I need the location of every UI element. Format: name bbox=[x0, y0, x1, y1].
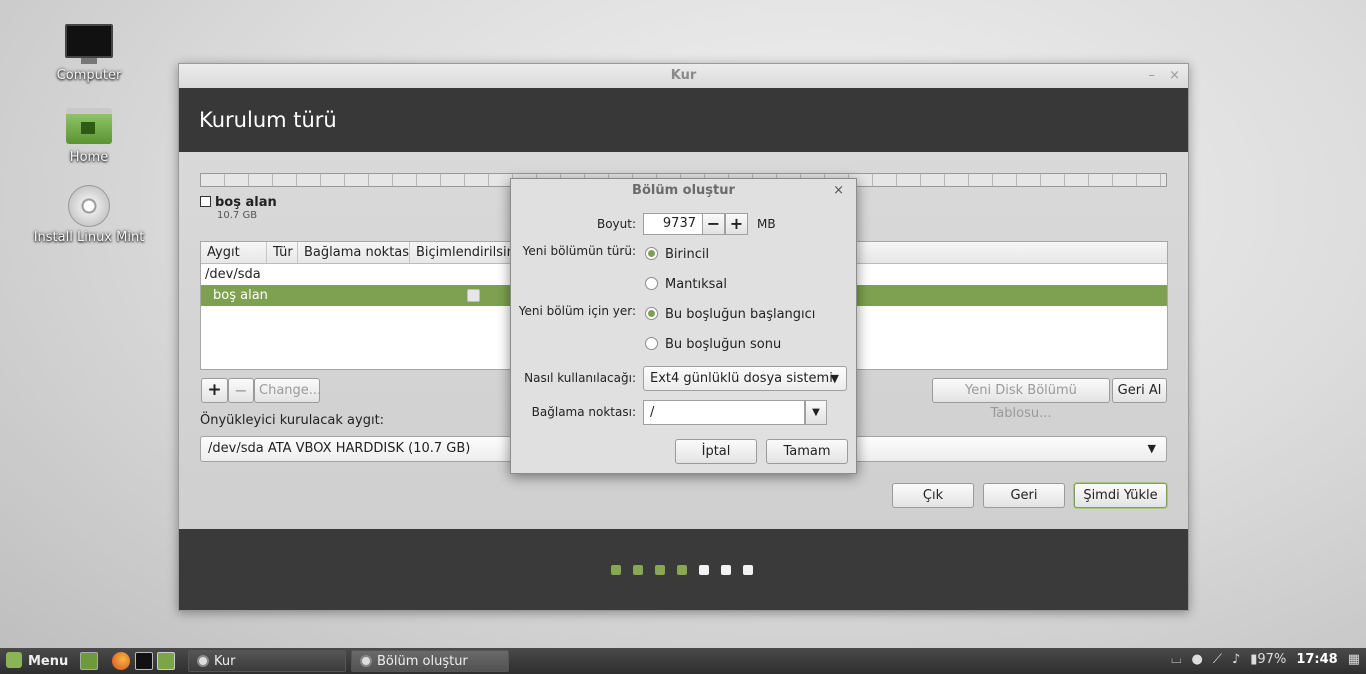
legend-swatch bbox=[200, 196, 211, 207]
column-header-device[interactable]: Aygıt bbox=[201, 242, 267, 263]
radio-logical[interactable]: Mantıksal bbox=[645, 277, 727, 292]
step-dot bbox=[655, 565, 665, 575]
dropdown-arrow-icon: ▼ bbox=[830, 372, 839, 385]
partition-type-label: Yeni bölümün türü: bbox=[522, 244, 636, 258]
window-footer bbox=[179, 529, 1188, 610]
format-checkbox[interactable] bbox=[467, 289, 480, 302]
row-device: /dev/sda bbox=[205, 267, 261, 282]
battery-icon[interactable]: ▮97% bbox=[1250, 652, 1286, 667]
radio-label: Birincil bbox=[665, 247, 710, 262]
window-titlebar[interactable]: Kur – × bbox=[179, 64, 1188, 88]
clock[interactable]: 17:48 bbox=[1296, 652, 1337, 667]
page-title: Kurulum türü bbox=[179, 88, 1188, 152]
close-icon[interactable]: × bbox=[833, 179, 844, 203]
desktop-icon-label: Home bbox=[69, 150, 109, 165]
terminal-icon[interactable] bbox=[135, 652, 153, 670]
add-partition-button[interactable]: + bbox=[201, 378, 228, 403]
volume-icon[interactable]: ♪ bbox=[1232, 652, 1240, 667]
ok-button[interactable]: Tamam bbox=[766, 439, 848, 464]
radio-label: Bu boşluğun başlangıcı bbox=[665, 307, 816, 322]
step-dot bbox=[699, 565, 709, 575]
battery-percent: 97% bbox=[1257, 652, 1287, 667]
dialog-titlebar[interactable]: Bölüm oluştur × bbox=[511, 179, 856, 203]
radio-label: Bu boşluğun sonu bbox=[665, 337, 782, 352]
decrement-button[interactable]: − bbox=[702, 213, 725, 235]
radio-unchecked-icon bbox=[645, 277, 658, 290]
step-dot bbox=[677, 565, 687, 575]
disc-icon bbox=[68, 185, 110, 227]
row-device: boş alan bbox=[213, 288, 268, 303]
quit-button[interactable]: Çık bbox=[892, 483, 974, 508]
step-dot bbox=[611, 565, 621, 575]
bootloader-value: /dev/sda ATA VBOX HARDDISK (10.7 GB) bbox=[208, 441, 471, 456]
window-title: Kur bbox=[670, 68, 697, 83]
use-as-label: Nasıl kullanılacağı: bbox=[524, 371, 636, 385]
radio-checked-icon bbox=[645, 307, 658, 320]
radio-label: Mantıksal bbox=[665, 277, 728, 292]
radio-primary[interactable]: Birincil bbox=[645, 247, 709, 262]
firefox-icon[interactable] bbox=[112, 652, 130, 670]
installer-disc-icon bbox=[197, 655, 209, 667]
task-label: Bölüm oluştur bbox=[377, 654, 468, 669]
taskbar-task-installer[interactable]: Kur bbox=[188, 650, 346, 672]
install-now-button[interactable]: Şimdi Yükle bbox=[1074, 483, 1167, 508]
remove-partition-button[interactable]: − bbox=[228, 378, 254, 403]
mint-logo-icon bbox=[6, 652, 22, 668]
increment-button[interactable]: + bbox=[725, 213, 748, 235]
taskbar-task-dialog[interactable]: Bölüm oluştur bbox=[351, 650, 509, 672]
radio-beginning[interactable]: Bu boşluğun başlangıcı bbox=[645, 307, 815, 322]
revert-button[interactable]: Geri Al bbox=[1112, 378, 1167, 403]
use-as-value: Ext4 günlüklü dosya sistemi bbox=[650, 371, 833, 386]
menu-label: Menu bbox=[28, 654, 69, 669]
desktop-icon-label: Computer bbox=[56, 68, 122, 83]
radio-end[interactable]: Bu boşluğun sonu bbox=[645, 337, 781, 352]
show-desktop-icon[interactable] bbox=[80, 652, 98, 670]
minimize-icon[interactable]: – bbox=[1148, 68, 1155, 83]
step-dot bbox=[721, 565, 731, 575]
step-progress bbox=[611, 565, 753, 575]
use-as-select[interactable]: Ext4 günlüklü dosya sistemi ▼ bbox=[643, 366, 847, 391]
files-icon[interactable] bbox=[157, 652, 175, 670]
user-icon[interactable]: ● bbox=[1192, 652, 1203, 667]
step-dot bbox=[743, 565, 753, 575]
keyboard-icon[interactable]: ⌴ bbox=[1171, 652, 1181, 667]
home-folder-icon bbox=[66, 108, 112, 144]
workspace-icon[interactable]: ▦ bbox=[1348, 652, 1360, 667]
size-label: Boyut: bbox=[596, 217, 636, 231]
create-partition-dialog: Bölüm oluştur × Boyut: 9737 − + MB Yeni … bbox=[510, 178, 857, 474]
size-unit: MB bbox=[757, 217, 776, 231]
taskbar: Menu Kur Bölüm oluştur ⌴ ● ⟋ ♪ ▮97% 17:4… bbox=[0, 648, 1366, 674]
desktop-icon-install[interactable]: Install Linux Mint bbox=[29, 185, 149, 245]
cancel-button[interactable]: İptal bbox=[675, 439, 757, 464]
bootloader-label: Önyükleyici kurulacak aygıt: bbox=[200, 413, 385, 428]
mount-point-input[interactable]: / bbox=[643, 400, 805, 425]
task-label: Kur bbox=[214, 654, 236, 669]
back-button[interactable]: Geri bbox=[983, 483, 1065, 508]
column-header-mount[interactable]: Bağlama noktası bbox=[298, 242, 410, 263]
radio-unchecked-icon bbox=[645, 337, 658, 350]
location-label: Yeni bölüm için yer: bbox=[518, 304, 636, 318]
dialog-title: Bölüm oluştur bbox=[632, 183, 735, 198]
menu-button[interactable]: Menu bbox=[6, 652, 68, 669]
change-partition-button[interactable]: Change... bbox=[254, 378, 321, 403]
desktop-icon-label: Install Linux Mint bbox=[33, 230, 145, 245]
mount-point-label: Bağlama noktası: bbox=[531, 405, 636, 419]
close-icon[interactable]: × bbox=[1169, 68, 1180, 83]
mount-point-dropdown-button[interactable]: ▼ bbox=[805, 400, 827, 425]
legend-size: 10.7 GB bbox=[217, 210, 258, 221]
dropdown-arrow-icon: ▼ bbox=[1147, 442, 1156, 455]
system-tray: ⌴ ● ⟋ ♪ ▮97% 17:48 ▦ bbox=[1171, 652, 1360, 667]
column-header-type[interactable]: Tür bbox=[267, 242, 298, 263]
radio-checked-icon bbox=[645, 247, 658, 260]
desktop-icon-home[interactable]: Home bbox=[29, 108, 149, 165]
installer-disc-icon bbox=[360, 655, 372, 667]
desktop-icon-computer[interactable]: Computer bbox=[29, 24, 149, 83]
new-partition-table-button[interactable]: Yeni Disk Bölümü Tablosu... bbox=[932, 378, 1110, 421]
step-dot bbox=[633, 565, 643, 575]
legend-name: boş alan bbox=[215, 195, 277, 210]
computer-icon bbox=[65, 24, 113, 64]
size-input[interactable]: 9737 bbox=[643, 213, 703, 235]
disk-legend: boş alan 10.7 GB bbox=[200, 195, 277, 221]
network-icon[interactable]: ⟋ bbox=[1213, 652, 1222, 667]
